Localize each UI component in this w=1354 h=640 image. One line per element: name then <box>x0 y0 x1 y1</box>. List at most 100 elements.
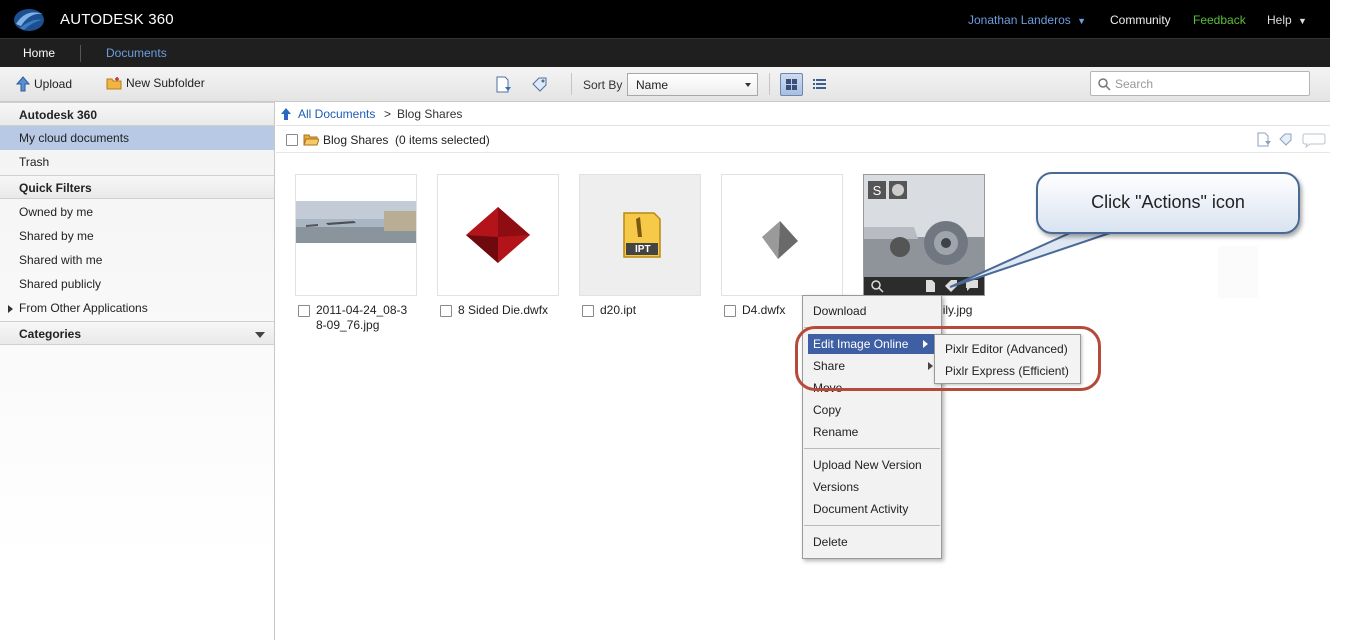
breadcrumb: All Documents > Blog Shares <box>276 102 1330 126</box>
menu-divider <box>804 525 940 526</box>
instruction-callout: Click "Actions" icon <box>1036 172 1300 234</box>
toolbar: Upload New Subfolder Sort By Name Search <box>0 67 1330 102</box>
chevron-down-icon <box>745 83 751 87</box>
list-icon <box>813 79 826 89</box>
community-link[interactable]: Community <box>1110 13 1171 27</box>
upload-button[interactable]: Upload <box>16 76 72 92</box>
folder-add-icon <box>106 77 122 90</box>
toolbar-divider <box>769 73 770 95</box>
autodesk-logo-icon <box>14 9 44 31</box>
new-subfolder-label: New Subfolder <box>126 76 205 90</box>
expand-triangle-icon[interactable] <box>8 305 13 313</box>
file-name-line: 8-09_76.jpg <box>316 318 380 332</box>
upload-arrow-icon <box>16 76 30 92</box>
file-checkbox[interactable] <box>724 305 736 317</box>
help-label: Help <box>1267 13 1292 27</box>
file-thumbnail[interactable] <box>437 174 559 296</box>
app-window: AUTODESK 360 Jonathan Landeros ▼ Communi… <box>0 0 1354 640</box>
up-arrow-icon[interactable] <box>280 107 292 121</box>
top-bar: AUTODESK 360 Jonathan Landeros ▼ Communi… <box>0 0 1330 38</box>
file-type-badge: IPT <box>635 244 651 255</box>
share-status-icon: S <box>868 181 907 199</box>
file-name: 8 Sided Die.dwfx <box>458 303 549 317</box>
sidebar-item-label: From Other Applications <box>19 301 148 315</box>
comment-icon[interactable] <box>1302 132 1326 148</box>
ipt-file-icon <box>623 212 661 258</box>
toolbar-divider <box>571 73 572 95</box>
sidebar-item-owned[interactable]: Owned by me <box>0 200 274 224</box>
menu-item-download[interactable]: Download <box>803 301 941 321</box>
menu-item-document-activity[interactable]: Document Activity <box>803 499 941 519</box>
tag-icon[interactable] <box>1278 132 1294 148</box>
chevron-down-icon: ▼ <box>1077 16 1087 26</box>
selection-count: (0 items selected) <box>395 133 490 147</box>
menu-item-delete[interactable]: Delete <box>803 532 941 552</box>
properties-icon[interactable] <box>1256 132 1272 148</box>
file-checkbox[interactable] <box>440 305 452 317</box>
menu-item-upload-new-version[interactable]: Upload New Version <box>803 455 941 475</box>
preview-search-icon[interactable] <box>870 279 884 293</box>
nav-documents[interactable]: Documents <box>106 46 167 60</box>
brand-name: AUTODESK 360 <box>60 11 174 28</box>
sidebar-item-shared-by[interactable]: Shared by me <box>0 224 274 248</box>
folder-name: Blog Shares <box>323 133 389 147</box>
grid-view-button[interactable] <box>780 73 803 96</box>
select-all-checkbox[interactable] <box>286 134 298 146</box>
file-thumbnail[interactable] <box>295 174 417 296</box>
help-menu[interactable]: Help ▼ <box>1267 13 1307 27</box>
breadcrumb-separator: > <box>384 107 392 121</box>
feedback-link[interactable]: Feedback <box>1193 13 1246 27</box>
ghost-tile <box>1218 246 1258 298</box>
sort-by-label: Sort By <box>583 78 623 92</box>
search-input[interactable]: Search <box>1090 71 1310 96</box>
svg-text:S: S <box>873 183 882 198</box>
main-nav: Home Documents <box>0 38 1330 67</box>
folder-title: Blog Shares (0 items selected) <box>323 133 490 147</box>
file-name: D4.dwfx <box>742 303 786 317</box>
sort-select[interactable]: Name <box>627 73 758 96</box>
sidebar-header-quick-filters[interactable]: Quick Filters <box>0 175 274 199</box>
red-die-thumbnail <box>466 207 530 263</box>
menu-item-rename[interactable]: Rename <box>803 422 941 442</box>
highlight-ring <box>795 326 1101 391</box>
menu-item-copy[interactable]: Copy <box>803 400 941 420</box>
nav-divider <box>80 45 81 62</box>
file-thumbnail[interactable]: IPT <box>579 174 701 296</box>
file-name: 2011-04-24_08-3 8-09_76.jpg <box>316 303 407 333</box>
airfield-photo-thumbnail <box>296 201 416 243</box>
categories-label: Categories <box>19 327 82 341</box>
file-name-line: 2011-04-24_08-3 <box>316 303 408 317</box>
file-checkbox[interactable] <box>582 305 594 317</box>
callout-pointer <box>949 232 1111 288</box>
sidebar-item-other-apps[interactable]: From Other Applications <box>0 296 274 320</box>
sidebar-header-autodesk360[interactable]: Autodesk 360 <box>0 102 274 126</box>
collapse-arrow-icon[interactable] <box>255 332 265 338</box>
file-name: d20.ipt <box>600 303 637 317</box>
grid-icon <box>786 79 797 90</box>
nav-home[interactable]: Home <box>23 46 55 60</box>
properties-icon[interactable] <box>494 76 512 94</box>
chevron-down-icon: ▼ <box>1298 16 1307 26</box>
list-view-button[interactable] <box>808 73 831 96</box>
menu-divider <box>804 448 940 449</box>
tag-icon[interactable] <box>531 76 549 94</box>
breadcrumb-current: Blog Shares <box>397 107 463 121</box>
sidebar: Autodesk 360 My cloud documents Trash Qu… <box>0 102 275 640</box>
file-thumbnail[interactable] <box>721 174 843 296</box>
new-subfolder-button[interactable]: New Subfolder <box>106 76 205 90</box>
folder-open-icon <box>303 134 319 146</box>
user-menu[interactable]: Jonathan Landeros ▼ <box>968 13 1086 27</box>
search-placeholder: Search <box>1115 77 1154 91</box>
sidebar-item-trash[interactable]: Trash <box>0 150 274 174</box>
sidebar-item-shared-with[interactable]: Shared with me <box>0 248 274 272</box>
user-name: Jonathan Landeros <box>968 13 1071 27</box>
file-checkbox[interactable] <box>298 305 310 317</box>
menu-item-versions[interactable]: Versions <box>803 477 941 497</box>
search-icon <box>1098 78 1111 91</box>
sidebar-header-categories[interactable]: Categories <box>0 321 274 345</box>
upload-label: Upload <box>34 77 73 91</box>
sidebar-item-my-cloud[interactable]: My cloud documents <box>0 126 274 150</box>
breadcrumb-all-documents[interactable]: All Documents <box>298 107 375 121</box>
tetrahedron-thumbnail <box>762 221 798 259</box>
sidebar-item-shared-publicly[interactable]: Shared publicly <box>0 272 274 296</box>
